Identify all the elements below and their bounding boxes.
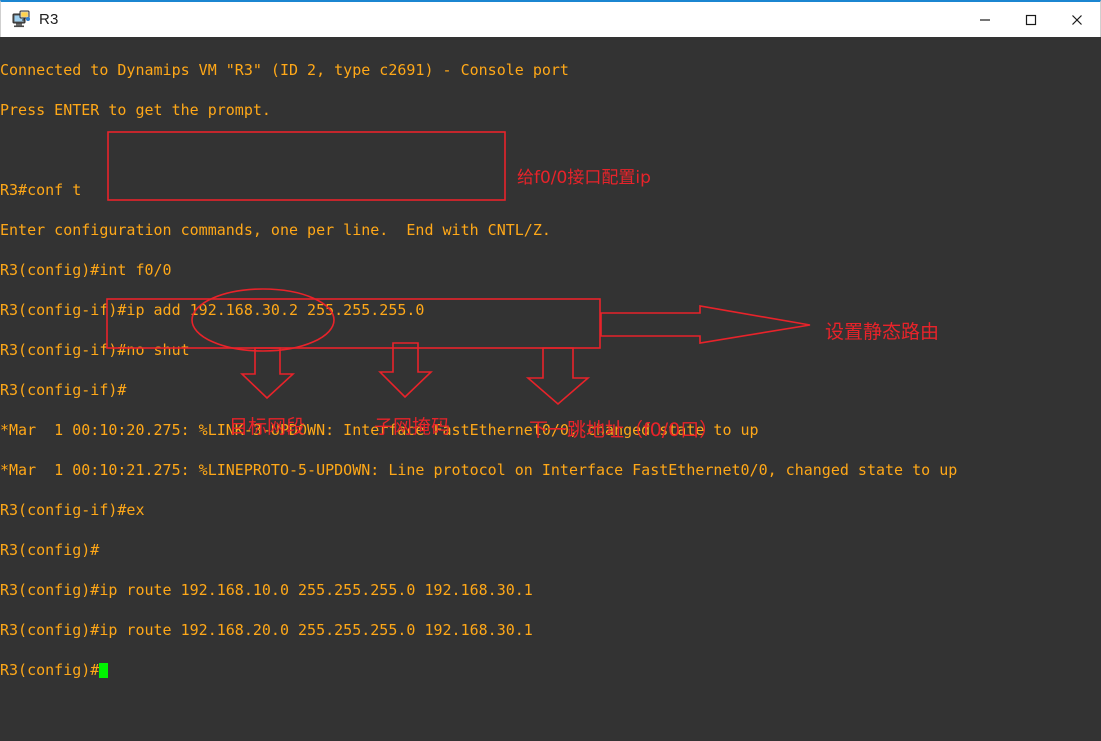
computer-console-icon — [12, 10, 32, 30]
window-controls — [962, 2, 1100, 38]
terminal-line: R3(config)# — [0, 541, 100, 559]
minimize-button[interactable] — [962, 2, 1008, 38]
close-button[interactable] — [1054, 2, 1100, 38]
terminal-prompt: R3(config)# — [0, 661, 100, 679]
terminal-line: Connected to Dynamips VM "R3" (ID 2, typ… — [0, 61, 569, 79]
window-title: R3 — [39, 11, 59, 28]
putty-console-window: R3 Connected to Dynamips VM "R3" (ID 2, … — [0, 0, 1101, 741]
minimize-icon — [980, 19, 990, 21]
terminal-line: Enter configuration commands, one per li… — [0, 221, 551, 239]
terminal-line: R3(config-if)# — [0, 381, 127, 399]
annotation-label-interface-config: 给f0/0接口配置ip — [517, 168, 651, 188]
annotation-label-static-route: 设置静态路由 — [825, 321, 940, 343]
window-titlebar: R3 — [0, 0, 1101, 37]
terminal-line: R3(config)#ip route 192.168.10.0 255.255… — [0, 581, 533, 599]
annotation-label-subnet-mask: 子网掩码 — [374, 416, 451, 438]
annotation-label-next-hop: 下一跳地址（f0/0口） — [529, 419, 719, 441]
terminal-prompt-line: R3(config)# — [0, 660, 1101, 680]
terminal-line: *Mar 1 00:10:21.275: %LINEPROTO-5-UPDOWN… — [0, 461, 958, 479]
maximize-icon — [1025, 14, 1037, 26]
terminal-cursor — [99, 663, 109, 678]
terminal-line: Press ENTER to get the prompt. — [0, 101, 271, 119]
close-icon — [1072, 15, 1082, 25]
maximize-button[interactable] — [1008, 2, 1054, 38]
annotation-label-target-network: 目标网段 — [229, 416, 306, 438]
terminal-output-area[interactable]: Connected to Dynamips VM "R3" (ID 2, typ… — [0, 37, 1101, 741]
terminal-line: R3(config)#int f0/0 — [0, 261, 172, 279]
terminal-line: R3(config)#ip route 192.168.20.0 255.255… — [0, 621, 533, 639]
terminal-text: Connected to Dynamips VM "R3" (ID 2, typ… — [0, 40, 1101, 720]
terminal-line: R3(config-if)#ex — [0, 501, 145, 519]
